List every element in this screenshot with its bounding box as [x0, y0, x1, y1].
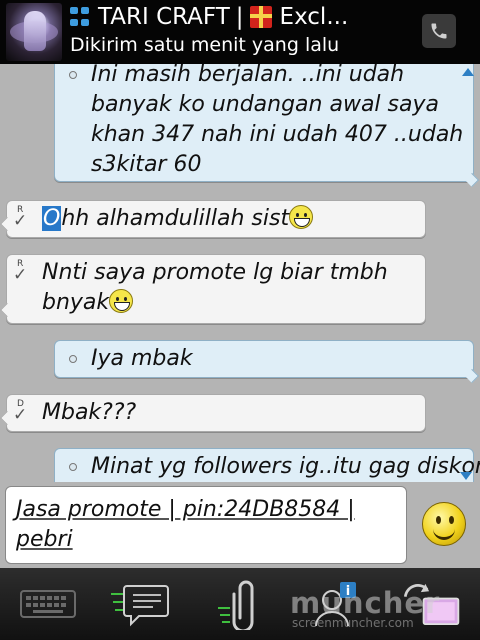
- message-bubble-outgoing[interactable]: Ini masih berjalan. ..ini udah banyak ko…: [54, 64, 480, 188]
- text-cursor: O: [42, 206, 62, 231]
- message-text: Ohh alhamdulillah sist: [42, 204, 314, 234]
- smiley-icon[interactable]: [422, 502, 466, 546]
- call-button[interactable]: [422, 14, 456, 48]
- sent-status-dot-icon: [69, 463, 77, 471]
- keyboard-button[interactable]: [16, 576, 80, 632]
- watermark-url: screenmuncher.com: [292, 616, 414, 630]
- attachment-icon: [218, 580, 254, 630]
- check-icon: ✓: [13, 211, 28, 231]
- contact-title: TARI CRAFT | Excl...: [70, 2, 348, 32]
- message-text: Mbak???: [42, 400, 137, 425]
- smile-emoticon-icon: [109, 289, 134, 313]
- message-text: Ini masih berjalan. ..ini udah banyak ko…: [91, 64, 464, 177]
- sent-status-dot-icon: [69, 71, 77, 79]
- message-text: Nnti saya promote lg biar tmbh bnyak: [42, 260, 388, 315]
- contact-avatar[interactable]: [6, 3, 62, 61]
- contact-name: TARI CRAFT: [98, 4, 230, 30]
- watermark: muncher: [290, 586, 441, 620]
- message-bubble-incoming[interactable]: D ✓ Mbak???: [0, 394, 426, 432]
- attach-button[interactable]: [206, 576, 270, 632]
- keyboard-icon: [20, 590, 76, 618]
- compose-area: Jasa promote | pin:24DB8584 | pebri: [0, 482, 480, 568]
- chat-header: TARI CRAFT | Excl... Dikirim satu menit …: [0, 0, 480, 64]
- sent-status-dot-icon: [69, 355, 77, 363]
- message-input[interactable]: Jasa promote | pin:24DB8584 | pebri: [5, 486, 407, 564]
- message-bubble-outgoing[interactable]: Iya mbak: [54, 340, 480, 384]
- title-separator: |: [235, 4, 244, 30]
- bottom-toolbar: i muncher screenmuncher.com: [0, 568, 480, 640]
- smile-emoticon-icon: [289, 205, 314, 229]
- message-text: Iya mbak: [91, 346, 193, 371]
- message-text: Minat yg followers ig..itu gag diskon: [91, 454, 480, 479]
- chat-button[interactable]: [108, 576, 172, 632]
- check-icon: ✓: [13, 265, 28, 285]
- message-list[interactable]: Ini masih berjalan. ..ini udah banyak ko…: [0, 64, 480, 482]
- check-icon: ✓: [13, 405, 28, 425]
- phone-icon: [431, 23, 447, 39]
- bbm-icon: [70, 7, 90, 27]
- last-sent-status: Dikirim satu menit yang lalu: [70, 34, 340, 56]
- message-bubble-outgoing[interactable]: Minat yg followers ig..itu gag diskon: [54, 448, 480, 482]
- chat-icon: [111, 585, 169, 627]
- gift-icon: [249, 6, 272, 28]
- scroll-down-arrow-icon[interactable]: [460, 472, 472, 480]
- message-bubble-incoming[interactable]: R ✓ Ohh alhamdulillah sist: [0, 200, 426, 238]
- message-bubble-incoming[interactable]: R ✓ Nnti saya promote lg biar tmbh bnyak: [0, 254, 426, 324]
- contact-status-text: Excl...: [279, 4, 349, 30]
- scroll-up-arrow-icon[interactable]: [462, 68, 474, 76]
